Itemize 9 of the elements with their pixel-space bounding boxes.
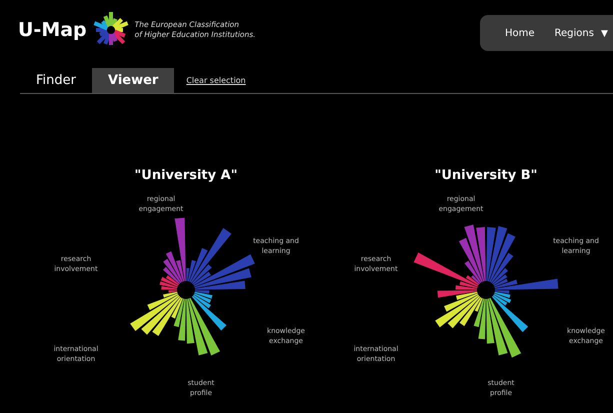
clear-selection-link[interactable]: Clear selection [186, 76, 246, 85]
nav-link[interactable]: Regions ▼ [554, 28, 608, 38]
logo-icon [92, 12, 129, 48]
nav-link[interactable]: Home [505, 28, 535, 38]
chart-title: "University B" [434, 168, 538, 183]
tab[interactable]: Finder [20, 68, 92, 93]
chart-title: "University A" [134, 168, 238, 183]
tab[interactable]: Viewer [92, 68, 174, 93]
logo-text: U-Map [18, 19, 87, 41]
